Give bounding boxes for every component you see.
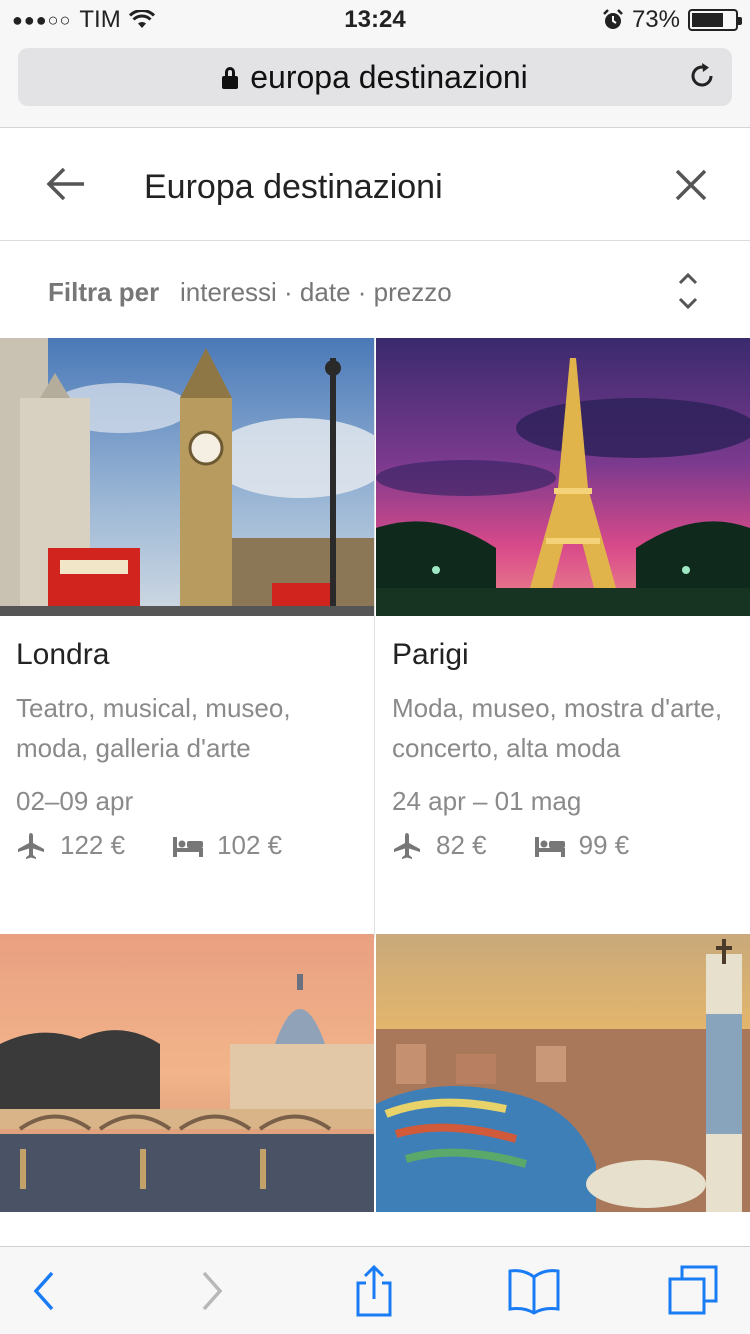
bed-icon <box>173 836 204 857</box>
destination-city: Parigi <box>392 638 469 671</box>
back-icon[interactable] <box>22 1265 74 1317</box>
filter-bar[interactable]: Filtra per interessi · date · prezzo <box>0 241 750 338</box>
airplane-icon <box>394 832 420 859</box>
browser-address-area: europa destinazioni <box>0 40 750 128</box>
destination-card-roma[interactable] <box>0 934 374 1254</box>
hotel-price-group: 99 € <box>534 830 630 861</box>
reload-icon[interactable] <box>686 60 718 92</box>
share-icon[interactable] <box>348 1265 400 1317</box>
lock-icon <box>222 67 239 89</box>
hotel-price: 102 € <box>217 830 283 860</box>
bed-icon <box>534 836 565 857</box>
battery-fill <box>692 13 723 27</box>
browser-toolbar <box>0 1246 750 1334</box>
airplane-icon <box>18 832 44 859</box>
battery-percent: 73% <box>631 6 680 33</box>
filter-label: Filtra per <box>48 277 160 307</box>
destination-prices: 82 € 99 € <box>392 830 677 861</box>
destination-image-barcelona <box>376 934 750 1212</box>
tabs-icon[interactable] <box>668 1265 720 1317</box>
destination-card-parigi[interactable]: Parigi Moda, museo, mostra d'arte, conce… <box>376 338 750 934</box>
forward-icon[interactable] <box>184 1265 236 1317</box>
status-right: 73% <box>602 6 742 34</box>
url-text: europa destinazioni <box>250 58 528 95</box>
flight-price: 82 € <box>436 830 487 860</box>
filter-options[interactable]: interessi · date · prezzo <box>180 277 452 308</box>
destination-card-londra[interactable]: Londra Teatro, musical, museo, moda, gal… <box>0 338 374 934</box>
hotel-price: 99 € <box>578 830 630 860</box>
destination-tags: Teatro, musical, museo, moda, galleria d… <box>16 693 291 763</box>
destination-tags: Moda, museo, mostra d'arte, concerto, al… <box>392 693 723 763</box>
destination-prices: 122 € 102 € <box>16 830 330 861</box>
destination-dates: 24 apr – 01 mag <box>392 786 582 816</box>
destination-city: Londra <box>16 638 110 671</box>
destination-dates: 02–09 apr <box>16 786 134 816</box>
flight-price: 122 € <box>60 830 126 860</box>
destination-image-london <box>0 338 374 616</box>
flight-price-group: 82 € <box>392 830 487 861</box>
destination-card-barcellona[interactable] <box>376 934 750 1254</box>
close-icon[interactable] <box>674 168 708 202</box>
sort-chevrons-icon[interactable] <box>676 271 700 311</box>
back-arrow-icon[interactable] <box>46 166 86 202</box>
search-header: Europa destinazioni <box>0 128 750 241</box>
alarm-icon <box>603 9 623 29</box>
bookmarks-icon[interactable] <box>508 1265 560 1317</box>
destination-image-paris <box>376 338 750 616</box>
search-query[interactable]: Europa destinazioni <box>144 168 443 207</box>
address-bar[interactable]: europa destinazioni <box>18 48 732 106</box>
battery-icon <box>688 9 742 31</box>
flight-price-group: 122 € <box>16 830 125 861</box>
destination-image-rome <box>0 934 374 1212</box>
hotel-price-group: 102 € <box>173 830 282 861</box>
status-bar: ●●●○○ TIM 13:24 73% <box>0 0 750 40</box>
grid-divider <box>374 338 375 938</box>
